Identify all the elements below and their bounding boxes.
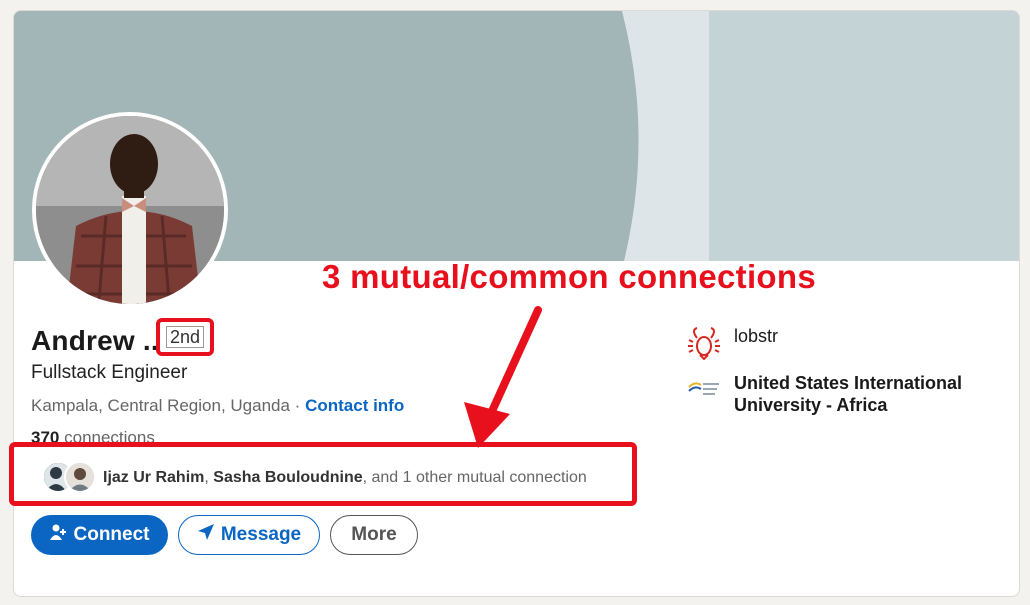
connection-degree-badge: 2nd xyxy=(165,326,205,348)
usiu-logo-icon xyxy=(686,372,722,408)
message-label: Message xyxy=(220,524,302,545)
school-name-line2: University - Africa xyxy=(734,395,888,415)
more-label: More xyxy=(351,524,397,545)
school-name-line1: United States International xyxy=(734,373,963,393)
mutual-connections-text: Ijaz Ur Rahim, Sasha Bouloudnine, and 1 … xyxy=(103,469,587,487)
mutual-name-1[interactable]: Ijaz Ur Rahim xyxy=(103,469,204,486)
message-button[interactable]: Message xyxy=(178,515,320,555)
connect-label: Connect xyxy=(73,524,150,545)
paper-plane-icon xyxy=(197,523,215,547)
annotation-arrow xyxy=(464,306,542,448)
annotation-text: 3 mutual/common connections xyxy=(322,258,816,295)
contact-info-link[interactable]: Contact info xyxy=(305,396,404,415)
mutual-name-2[interactable]: Sasha Bouloudnine xyxy=(213,469,362,486)
mutual-sep: , xyxy=(204,469,209,486)
profile-name: Andrew ... xyxy=(31,325,167,356)
more-button[interactable]: More xyxy=(330,515,418,555)
mutual-avatar-2 xyxy=(64,461,96,493)
school-usiu[interactable]: United States International University -… xyxy=(686,372,962,416)
mutual-rest: , and 1 other mutual connection xyxy=(362,469,587,486)
degree-highlight: 2nd xyxy=(156,318,214,356)
location-separator: · xyxy=(294,396,301,415)
profile-location-line: Kampala, Central Region, Uganda · Contac… xyxy=(31,396,404,416)
lobster-logo-icon xyxy=(686,325,722,361)
company-lobstr[interactable]: lobstr xyxy=(686,325,778,361)
profile-location: Kampala, Central Region, Uganda xyxy=(31,396,290,415)
school-name: United States International University -… xyxy=(734,372,962,416)
company-name: lobstr xyxy=(734,326,779,346)
profile-headline: Fullstack Engineer xyxy=(31,362,188,383)
connect-button[interactable]: Connect xyxy=(31,515,168,555)
profile-avatar[interactable] xyxy=(32,112,228,308)
person-add-icon xyxy=(49,523,68,547)
